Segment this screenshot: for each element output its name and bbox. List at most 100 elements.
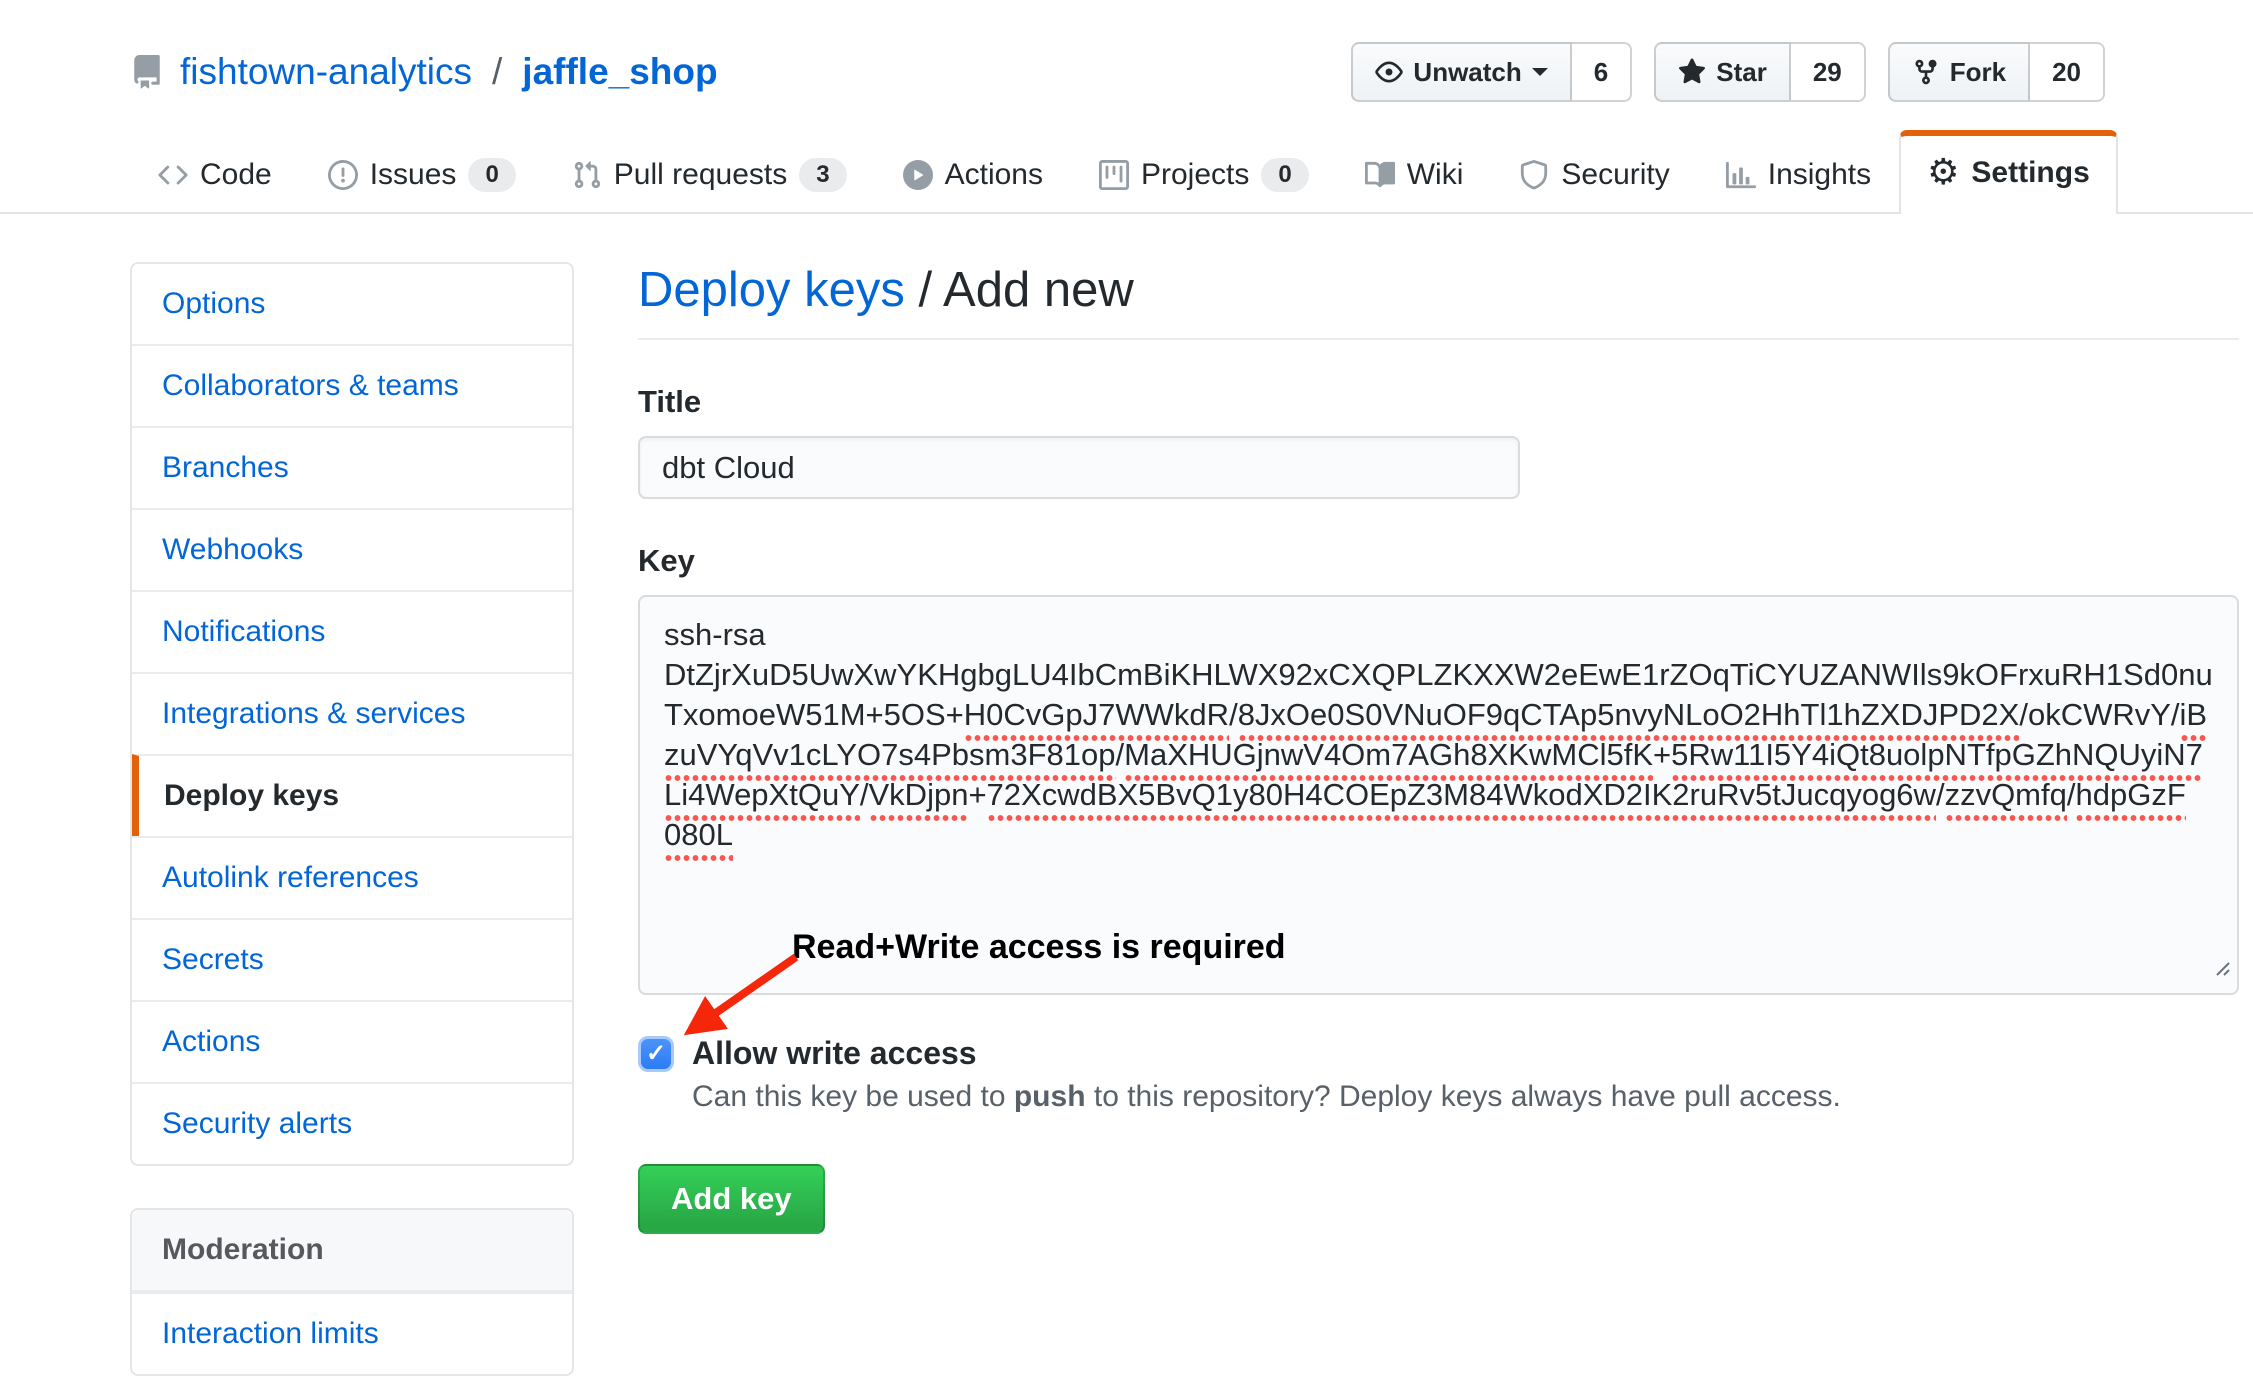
description-push: push [1014,1080,1086,1113]
dropdown-caret-icon [1532,68,1548,84]
star-count[interactable]: 29 [1791,42,1866,102]
code-icon [158,160,188,190]
tab-issues[interactable]: Issues 0 [300,132,544,214]
key-line: Li4WepXtQuY/VkDjpn+72XcwdBX5BvQ1y80H4COE… [664,775,2213,815]
tab-label: Wiki [1407,158,1464,192]
star-button-group: Star 29 [1654,42,1866,102]
breadcrumb-separator: / [905,263,943,317]
key-segment: TxomoeW51M+5OS+ [664,697,964,732]
fork-count[interactable]: 20 [2030,42,2105,102]
allow-write-row: ✓ Allow write access [638,1035,2239,1072]
tab-label: Issues [370,158,457,192]
key-segment: / [1229,697,1238,732]
tab-security[interactable]: Security [1491,132,1697,214]
title-label: Title [638,384,2239,420]
repo-tab-nav: Code Issues 0 Pull requests 3 Actions Pr… [0,130,2253,214]
tab-label: Settings [1971,156,2089,190]
sidebar-item-security-alerts[interactable]: Security alerts [132,1082,572,1164]
tab-label: Actions [945,158,1043,192]
key-segment: / [860,777,869,812]
project-icon [1099,160,1129,190]
tab-label: Pull requests [614,158,787,192]
tab-label: Projects [1141,158,1249,192]
fork-button-group: Fork 20 [1888,42,2105,102]
moderation-menu: Moderation Interaction limits [130,1208,574,1376]
key-line: ssh-rsa [664,615,2213,655]
title-field-group: Title [638,384,2239,499]
title-input[interactable] [638,436,1520,499]
tab-wiki[interactable]: Wiki [1337,132,1492,214]
tab-actions[interactable]: Actions [875,132,1071,214]
tab-settings[interactable]: ⚙ Settings [1899,130,2118,214]
allow-write-description: Can this key be used to push to this rep… [692,1080,2239,1114]
key-segment: / [2067,777,2076,812]
key-segment: / [1116,737,1125,772]
sidebar-item-collaborators-teams[interactable]: Collaborators & teams [132,344,572,426]
page-title: Deploy keys / Add new [638,262,2239,340]
sidebar-item-options[interactable]: Options [132,264,572,344]
repo-actions: Unwatch 6 Star 29 Fork 20 [1351,42,2105,102]
repo-separator: / [488,51,506,93]
key-segment: + [1653,737,1671,772]
sidebar-item-deploy-keys[interactable]: Deploy keys [132,754,572,836]
watch-count[interactable]: 6 [1572,42,1632,102]
tab-pull-requests[interactable]: Pull requests 3 [544,132,875,214]
sidebar-item-actions[interactable]: Actions [132,1000,572,1082]
sidebar-item-webhooks[interactable]: Webhooks [132,508,572,590]
add-key-button[interactable]: Add key [638,1164,825,1234]
tab-insights[interactable]: Insights [1698,132,1899,214]
moderation-heading: Moderation [132,1210,572,1292]
key-segment: ssh-rsa [664,617,766,652]
sidebar-item-notifications[interactable]: Notifications [132,590,572,672]
description-suffix: to this repository? Deploy keys always h… [1086,1080,1841,1113]
key-segment-misspelled: hdpGzF [2075,775,2185,822]
deploy-keys-breadcrumb-link[interactable]: Deploy keys [638,263,905,317]
sidebar-item-secrets[interactable]: Secrets [132,918,572,1000]
key-segment-misspelled: VkDjpn [869,775,969,822]
gear-icon: ⚙ [1927,157,1959,189]
repo-name-link[interactable]: jaffle_shop [522,51,717,93]
unwatch-button[interactable]: Unwatch [1351,42,1571,102]
repo-owner-link[interactable]: fishtown-analytics [180,51,472,93]
tab-code[interactable]: Code [130,132,300,214]
key-segment: DtZjrXuD5UwXwYKHgbgLU4IbCmBiKHLWX92xCXQP… [664,657,2213,692]
description-prefix: Can this key be used to [692,1080,1014,1113]
fork-button[interactable]: Fork [1888,42,2030,102]
key-segment-misspelled: zzvQmfq [1945,775,2067,822]
watch-button-group: Unwatch 6 [1351,42,1632,102]
fork-icon [1912,58,1940,86]
resize-handle-icon[interactable] [2209,947,2231,987]
key-segment: /okCWRvY/ [2019,697,2179,732]
tab-label: Insights [1768,158,1871,192]
key-label: Key [638,543,2239,579]
git-pull-request-icon [572,160,602,190]
sidebar-item-autolink-references[interactable]: Autolink references [132,836,572,918]
eye-icon [1375,58,1403,86]
unwatch-label: Unwatch [1413,57,1521,88]
projects-counter: 0 [1261,158,1308,192]
settings-content: Options Collaborators & teams Branches W… [0,214,2253,1376]
tab-label: Security [1561,158,1669,192]
annotation-arrow-icon [668,949,818,1064]
key-segment: / [1936,777,1945,812]
checkmark-icon: ✓ [646,1039,666,1068]
key-line: DtZjrXuD5UwXwYKHgbgLU4IbCmBiKHLWX92xCXQP… [664,655,2213,695]
tab-projects[interactable]: Projects 0 [1071,132,1337,214]
pull-requests-counter: 3 [799,158,846,192]
key-line: TxomoeW51M+5OS+H0CvGpJ7WWkdR/8JxOe0S0VNu… [664,695,2213,735]
star-button[interactable]: Star [1654,42,1791,102]
sidebar-item-branches[interactable]: Branches [132,426,572,508]
shield-icon [1519,160,1549,190]
key-textarea[interactable]: ssh-rsa DtZjrXuD5UwXwYKHgbgLU4IbCmBiKHLWX… [638,595,2239,995]
fork-label: Fork [1950,57,2006,88]
key-segment: + [968,777,986,812]
annotation-text: Read+Write access is required [792,927,1286,967]
settings-menu: Options Collaborators & teams Branches W… [130,262,574,1166]
breadcrumb-current: Add new [943,263,1134,317]
star-icon [1678,58,1706,86]
sidebar-item-integrations-services[interactable]: Integrations & services [132,672,572,754]
graph-icon [1726,160,1756,190]
repo-title: fishtown-analytics / jaffle_shop [130,51,718,93]
sidebar-item-interaction-limits[interactable]: Interaction limits [132,1292,572,1374]
issue-opened-icon [328,160,358,190]
